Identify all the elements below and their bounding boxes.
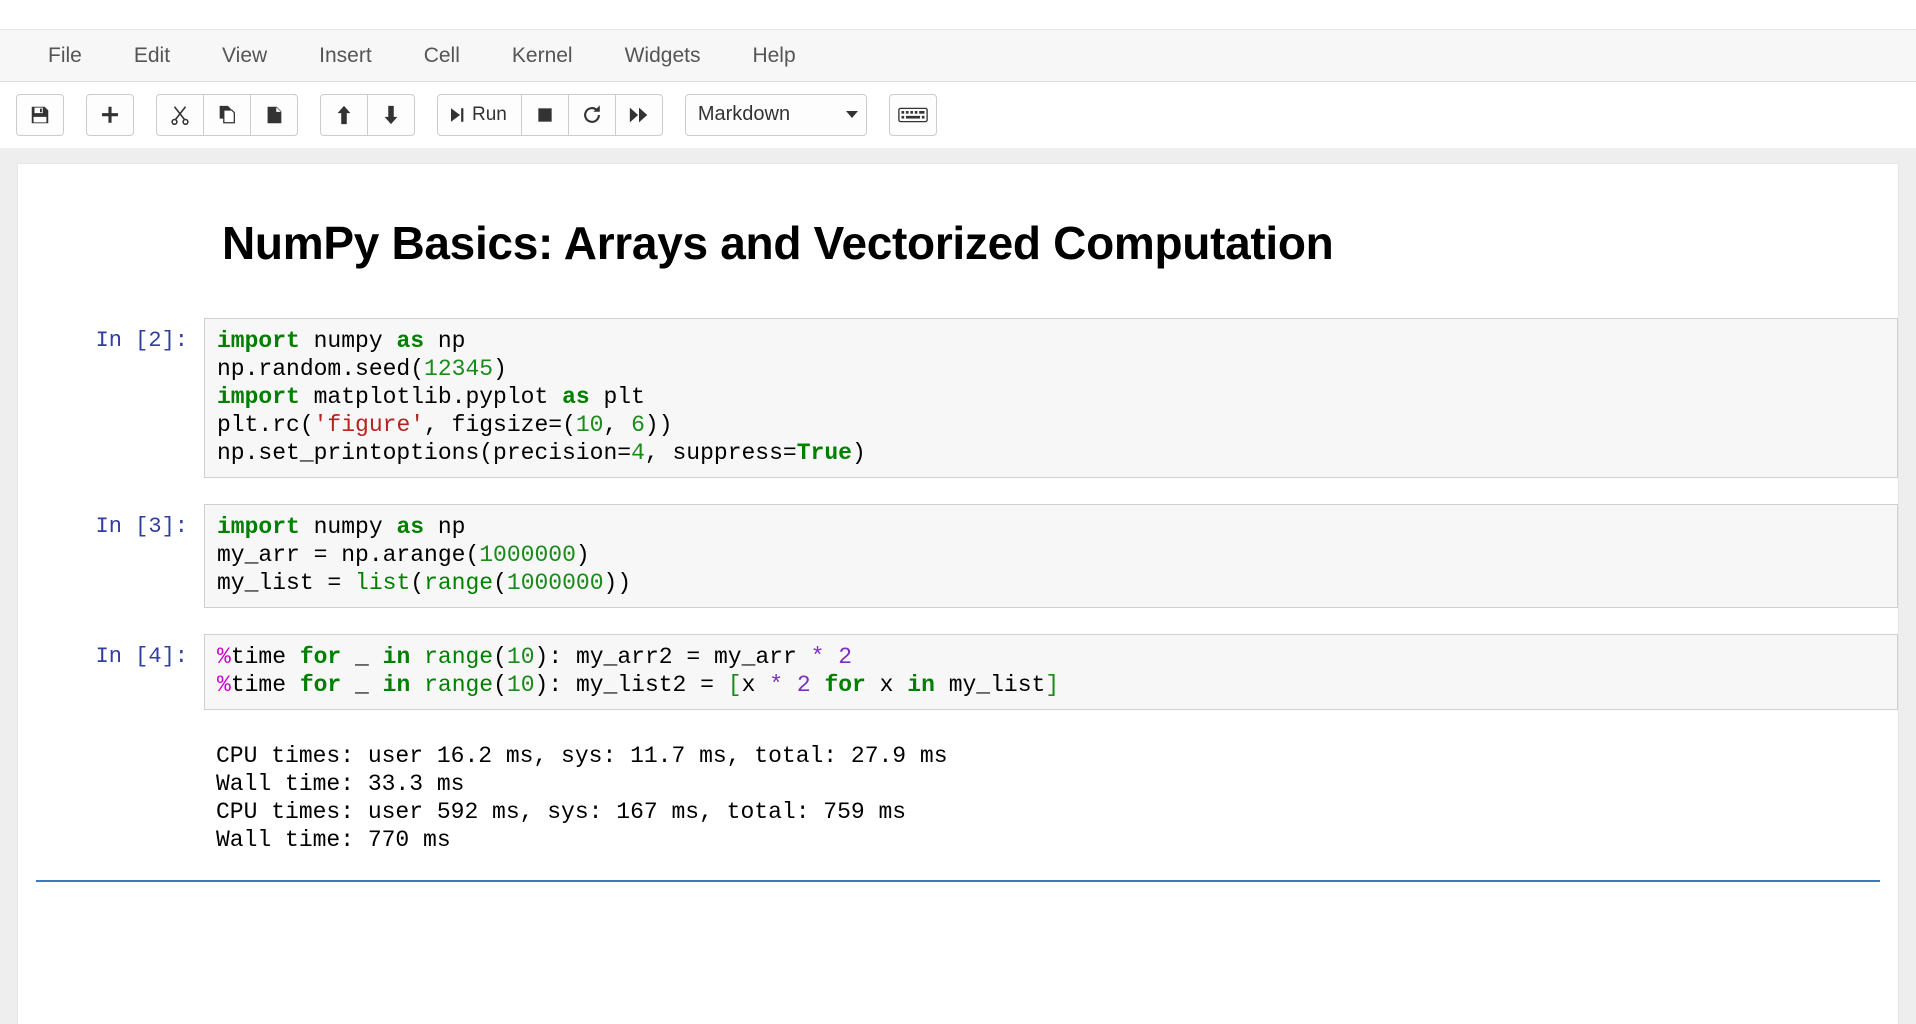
arrow-up-icon [337, 105, 351, 124]
run-icon [451, 107, 464, 122]
output-line: CPU times: user 16.2 ms, sys: 11.7 ms, t… [216, 743, 948, 769]
toolbar-group-run: Run [437, 93, 663, 136]
logo-bar: jupyter [0, 0, 1916, 30]
toolbar-group-move [320, 93, 415, 136]
restart-kernel-button[interactable] [567, 93, 616, 136]
cell-source-code[interactable]: %time for _ in range(10): my_arr2 = my_a… [217, 643, 1897, 699]
restart-icon [583, 104, 600, 123]
save-button[interactable] [16, 93, 64, 136]
jupyter-logo-icon: jupyter [28, 0, 278, 22]
cut-button[interactable] [156, 93, 204, 136]
output-line: CPU times: user 592 ms, sys: 167 ms, tot… [216, 799, 907, 825]
arrow-down-icon [384, 105, 398, 124]
jupyter-logo[interactable]: jupyter [28, 0, 278, 22]
move-cell-up-button[interactable] [320, 93, 368, 136]
paste-button[interactable] [250, 93, 298, 136]
move-cell-down-button[interactable] [367, 93, 415, 136]
output-line: Wall time: 33.3 ms [216, 771, 465, 797]
run-button-label: Run [472, 103, 507, 125]
interrupt-kernel-button[interactable] [520, 93, 569, 136]
menu-help[interactable]: Help [726, 38, 821, 74]
toolbar-group-clipboard [156, 93, 298, 136]
cell-prompt: In [3]: [95, 514, 188, 539]
notebook-background: NumPy Basics: Arrays and Vectorized Comp… [0, 148, 1916, 1024]
menu-kernel[interactable]: Kernel [486, 38, 599, 74]
add-cell-button[interactable] [86, 93, 134, 136]
menu-file[interactable]: File [22, 38, 108, 74]
page-title: NumPy Basics: Arrays and Vectorized Comp… [222, 217, 1334, 269]
output-prompt-spacer [18, 736, 204, 771]
paste-icon [267, 106, 282, 123]
fast-forward-icon [629, 107, 648, 122]
toolbar: Run Markdown [0, 82, 1916, 148]
cell-input-area[interactable]: import numpy as np np.random.seed(12345)… [204, 318, 1898, 478]
menu-view[interactable]: View [196, 38, 293, 74]
add-cell-icon [102, 106, 118, 123]
notebook-cell[interactable]: In [4]: %time for _ in range(10): my_arr… [18, 634, 1898, 710]
stop-icon [538, 107, 552, 122]
cut-icon [171, 105, 189, 125]
toolbar-group-insert [86, 93, 134, 136]
notebook-cell[interactable]: In [3]: import numpy as np my_arr = np.a… [18, 504, 1898, 608]
notebook-output-cell: CPU times: user 16.2 ms, sys: 11.7 ms, t… [18, 736, 1898, 854]
restart-run-all-button[interactable] [614, 93, 663, 136]
menu-widgets[interactable]: Widgets [599, 38, 727, 74]
menu-cell[interactable]: Cell [398, 38, 486, 74]
cell-input-area[interactable]: %time for _ in range(10): my_arr2 = my_a… [204, 634, 1898, 710]
run-button[interactable]: Run [437, 93, 522, 136]
copy-icon [219, 105, 235, 123]
cell-prompt: In [2]: [95, 328, 188, 353]
toolbar-group-save [16, 93, 64, 136]
notebook-panel: NumPy Basics: Arrays and Vectorized Comp… [18, 164, 1898, 1024]
copy-button[interactable] [203, 93, 251, 136]
toolbar-group-shortcuts [888, 93, 937, 136]
menu-bar: File Edit View Insert Cell Kernel Widget… [0, 30, 1916, 82]
cell-source-code[interactable]: import numpy as np my_arr = np.arange(10… [217, 513, 1897, 597]
save-icon [31, 106, 49, 123]
cell-input-area[interactable]: import numpy as np my_arr = np.arange(10… [204, 504, 1898, 608]
notebook-cell[interactable]: In [2]: import numpy as np np.random.see… [18, 318, 1898, 478]
cell-source-code[interactable]: import numpy as np np.random.seed(12345)… [217, 327, 1897, 467]
selected-cell-indicator [36, 880, 1880, 882]
output-line: Wall time: 770 ms [216, 827, 451, 853]
cell-type-value: Markdown [697, 103, 791, 125]
keyboard-icon [898, 107, 928, 122]
cell-output-area: CPU times: user 16.2 ms, sys: 11.7 ms, t… [204, 736, 1898, 854]
menu-insert[interactable]: Insert [293, 38, 398, 74]
cell-prompt: In [4]: [95, 644, 188, 669]
command-palette-button[interactable] [888, 93, 937, 136]
menu-edit[interactable]: Edit [108, 38, 196, 74]
chevron-down-icon [845, 111, 858, 118]
cell-type-select[interactable]: Markdown [684, 93, 867, 136]
